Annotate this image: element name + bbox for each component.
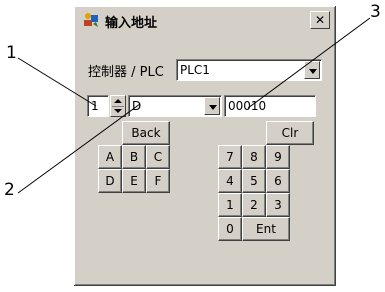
key-4[interactable]: 4 [218, 169, 242, 193]
key-3[interactable]: 3 [266, 193, 290, 217]
controller-label: 控制器 / PLC [88, 65, 164, 80]
key-0[interactable]: 0 [218, 217, 242, 241]
key-e[interactable]: E [122, 169, 146, 193]
key-1[interactable]: 1 [218, 193, 242, 217]
callout-1: 1 [6, 43, 17, 63]
key-a[interactable]: A [98, 145, 122, 169]
spinner-stepper[interactable] [110, 95, 126, 117]
ent-button[interactable]: Ent [242, 217, 290, 241]
controller-dropdown-arrow[interactable] [304, 61, 320, 79]
device-value: D [132, 99, 142, 113]
spinner-value: 1 [91, 99, 99, 113]
key-f[interactable]: F [146, 169, 170, 193]
spin-down-icon [114, 109, 122, 113]
close-button[interactable]: ✕ [310, 11, 330, 29]
key-5[interactable]: 5 [242, 169, 266, 193]
key-2[interactable]: 2 [242, 193, 266, 217]
spin-up-icon [114, 99, 122, 103]
key-d[interactable]: D [98, 169, 122, 193]
close-icon: ✕ [314, 13, 326, 27]
key-c[interactable]: C [146, 145, 170, 169]
spinner-input[interactable]: 1 [87, 95, 109, 117]
callout-3: 3 [370, 2, 381, 22]
clr-button[interactable]: Clr [266, 121, 314, 145]
title-bar: 输入地址 ✕ [77, 9, 333, 31]
address-value: 00010 [228, 99, 267, 113]
key-b[interactable]: B [122, 145, 146, 169]
dialog-title: 输入地址 [105, 16, 158, 31]
device-dropdown-arrow[interactable] [204, 97, 220, 115]
back-button[interactable]: Back [122, 121, 170, 145]
key-6[interactable]: 6 [266, 169, 290, 193]
controller-value: PLC1 [180, 63, 210, 77]
input-address-dialog: 输入地址 ✕ 控制器 / PLC PLC1 1 D 00010 Back A B… [74, 6, 336, 286]
spin-divider [112, 106, 124, 107]
address-input[interactable]: 00010 [224, 95, 316, 117]
key-8[interactable]: 8 [242, 145, 266, 169]
key-9[interactable]: 9 [266, 145, 290, 169]
key-7[interactable]: 7 [218, 145, 242, 169]
controller-select[interactable]: PLC1 [176, 59, 322, 81]
app-icon [84, 13, 98, 27]
callout-2: 2 [4, 180, 15, 200]
